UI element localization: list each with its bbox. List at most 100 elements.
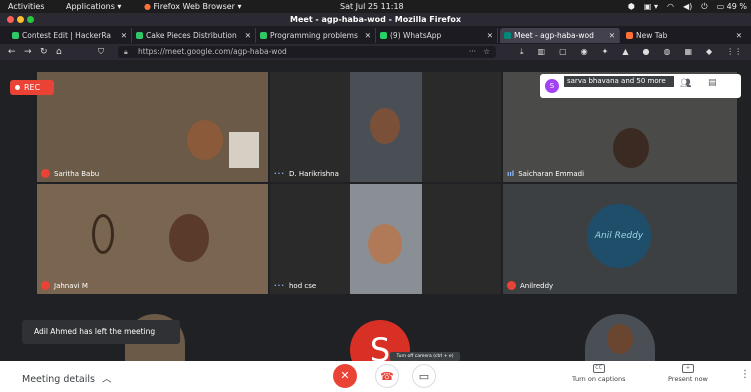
tab-hackerrank-contest[interactable]: Contest Edit | HackerRa ✕ bbox=[8, 28, 132, 43]
account-icon[interactable]: ◉ bbox=[581, 44, 588, 60]
camera-toggle-button[interactable]: ▭ bbox=[412, 364, 436, 388]
tab-label: Programming problems bbox=[270, 31, 358, 40]
close-tab-icon[interactable]: ✕ bbox=[609, 28, 615, 43]
participant-face bbox=[370, 108, 400, 144]
more-options-icon[interactable]: ··· bbox=[274, 170, 285, 178]
people-summary-text: sarva bhavana and 50 more bbox=[564, 76, 674, 87]
notification-toast: Adil Ahmed has left the meeting bbox=[22, 320, 180, 344]
applications-menu[interactable]: Applications ▾ bbox=[66, 0, 121, 13]
more-options-icon[interactable]: ··· bbox=[274, 282, 285, 290]
wifi-icon[interactable]: ◠ bbox=[667, 0, 674, 13]
extension-icon[interactable]: ◍ bbox=[664, 44, 671, 60]
rec-label: REC bbox=[24, 83, 41, 92]
tab-meet[interactable]: Meet - agp-haba-wod ✕ bbox=[500, 28, 620, 43]
tab-programming-problems[interactable]: Programming problems ✕ bbox=[256, 28, 376, 43]
clock[interactable]: Sat Jul 25 11:18 bbox=[340, 0, 404, 13]
shield-icon[interactable]: ⬢ bbox=[628, 0, 635, 13]
tab-label: (9) WhatsApp bbox=[390, 31, 442, 40]
download-icon[interactable]: ⤓ bbox=[520, 44, 524, 60]
extension-icon[interactable]: ● bbox=[643, 44, 650, 60]
participant-tile-saritha[interactable]: Saritha Babu bbox=[37, 72, 268, 182]
activities-button[interactable]: Activities bbox=[8, 0, 45, 13]
lock-icon[interactable]: 🔒︎ bbox=[124, 46, 128, 58]
participant-face bbox=[607, 324, 633, 354]
screen: Activities Applications ▾ ● Firefox Web … bbox=[0, 0, 751, 392]
tab-cake-pieces[interactable]: Cake Pieces Distribution ✕ bbox=[132, 28, 256, 43]
grid-icon[interactable]: ▦ bbox=[684, 44, 692, 60]
meet-icon bbox=[504, 32, 511, 39]
captions-icon: CC bbox=[592, 364, 605, 373]
participant-tile-harikrishna[interactable]: ··· D. Harikrishna bbox=[270, 72, 501, 182]
clipboard-icon[interactable]: ▣ ▾ bbox=[644, 0, 658, 13]
url-text: https://meet.google.com/agp-haba-wod bbox=[138, 47, 287, 56]
mic-toggle-button[interactable]: ✕ bbox=[333, 364, 357, 388]
reload-icon[interactable]: ↻ bbox=[40, 44, 48, 60]
forward-icon[interactable]: → bbox=[24, 44, 32, 60]
participant-tile-hod-cse[interactable]: ··· hod cse bbox=[270, 184, 501, 294]
battery-indicator[interactable]: ▭ 49 % bbox=[717, 0, 747, 13]
navigation-bar: ← → ↻ ⌂ ⛉ 🔒︎ https://meet.google.com/agp… bbox=[0, 44, 751, 60]
mic-off-icon bbox=[41, 169, 50, 178]
participant-tile-anilreddy[interactable]: Anil Reddy Anilreddy bbox=[503, 184, 737, 294]
participant-label: ııl Saicharan Emmadi bbox=[507, 170, 584, 178]
wall-calendar bbox=[229, 132, 259, 168]
participant-name: D. Harikrishna bbox=[288, 170, 339, 178]
extension-icon[interactable]: ✦ bbox=[602, 44, 609, 60]
participant-label: Anilreddy bbox=[507, 281, 553, 290]
wall-mirror bbox=[92, 214, 114, 254]
sidebar-icon[interactable]: ▢ bbox=[559, 44, 567, 60]
people-summary-bar[interactable]: S sarva bhavana and 50 more 👥︎ ▤ You bbox=[540, 74, 741, 98]
tab-new-tab[interactable]: New Tab ✕ bbox=[622, 28, 746, 43]
tab-label: Cake Pieces Distribution bbox=[146, 31, 237, 40]
captions-button[interactable]: CC Turn on captions bbox=[572, 364, 626, 383]
participant-face bbox=[368, 224, 402, 264]
close-tab-icon[interactable]: ✕ bbox=[487, 28, 493, 43]
people-icon[interactable]: 👥︎ bbox=[680, 79, 691, 89]
close-tab-icon[interactable]: ✕ bbox=[245, 28, 251, 43]
participant-tile-partial[interactable] bbox=[585, 314, 655, 361]
you-label: You bbox=[726, 86, 737, 93]
meet-stage: Saritha Babu REC ··· D. Harikrishna ııl Sa… bbox=[0, 60, 751, 380]
close-tab-icon[interactable]: ✕ bbox=[365, 28, 371, 43]
present-now-button[interactable]: + Present now bbox=[668, 364, 708, 383]
bookmark-star-icon[interactable]: ☆ bbox=[483, 46, 490, 58]
participant-label: ··· D. Harikrishna bbox=[274, 170, 339, 178]
tab-strip: Contest Edit | HackerRa ✕ Cake Pieces Dis… bbox=[0, 26, 751, 44]
leave-call-button[interactable]: ☎︎ bbox=[375, 364, 399, 388]
mic-off-icon bbox=[41, 281, 50, 290]
volume-icon[interactable]: ◀) bbox=[683, 0, 692, 13]
end-call-icon: ☎︎ bbox=[380, 370, 394, 383]
page-actions-icon[interactable]: ··· bbox=[469, 46, 476, 58]
participant-name: Anilreddy bbox=[520, 281, 554, 290]
chat-icon[interactable]: ▤ bbox=[708, 78, 717, 88]
library-icon[interactable]: ▥ bbox=[538, 44, 546, 60]
mic-off-icon bbox=[507, 281, 516, 290]
close-tab-icon[interactable]: ✕ bbox=[736, 28, 742, 43]
video-feed bbox=[613, 128, 649, 168]
extension-icon[interactable]: ◆ bbox=[706, 44, 712, 60]
tracking-shield-icon[interactable]: ⛉ bbox=[98, 44, 104, 60]
url-bar[interactable]: 🔒︎ https://meet.google.com/agp-haba-wod … bbox=[118, 46, 496, 58]
close-tab-icon[interactable]: ✕ bbox=[121, 28, 127, 43]
hackerrank-icon bbox=[260, 32, 267, 39]
power-icon[interactable]: ⏻ bbox=[701, 0, 707, 13]
adblock-icon[interactable]: ▲ bbox=[622, 44, 628, 60]
firefox-app-menu-label: Firefox Web Browser ▾ bbox=[153, 2, 242, 11]
firefox-icon: ● bbox=[144, 2, 151, 11]
meeting-details-button[interactable]: Meeting details ︿ bbox=[22, 371, 112, 385]
video-feed bbox=[169, 214, 209, 262]
record-dot-icon bbox=[15, 85, 20, 90]
firefox-app-menu[interactable]: ● Firefox Web Browser ▾ bbox=[144, 0, 242, 13]
avatar: Anil Reddy bbox=[587, 204, 651, 268]
tab-whatsapp[interactable]: (9) WhatsApp ✕ bbox=[376, 28, 498, 43]
window-title: Meet - agp-haba-wod - Mozilla Firefox bbox=[290, 15, 461, 24]
apps-icon[interactable]: ⋮⋮ bbox=[726, 44, 742, 60]
mic-off-icon: ✕ bbox=[340, 369, 350, 382]
back-icon[interactable]: ← bbox=[8, 44, 16, 60]
window-title-bar: Meet - agp-haba-wod - Mozilla Firefox bbox=[0, 13, 751, 26]
more-options-icon[interactable]: ⋮ bbox=[740, 369, 750, 380]
home-icon[interactable]: ⌂ bbox=[56, 44, 62, 60]
tab-label: New Tab bbox=[636, 31, 668, 40]
participant-tile-jahnavi[interactable]: Jahnavi M bbox=[37, 184, 268, 294]
meeting-details-label: Meeting details bbox=[22, 374, 95, 385]
